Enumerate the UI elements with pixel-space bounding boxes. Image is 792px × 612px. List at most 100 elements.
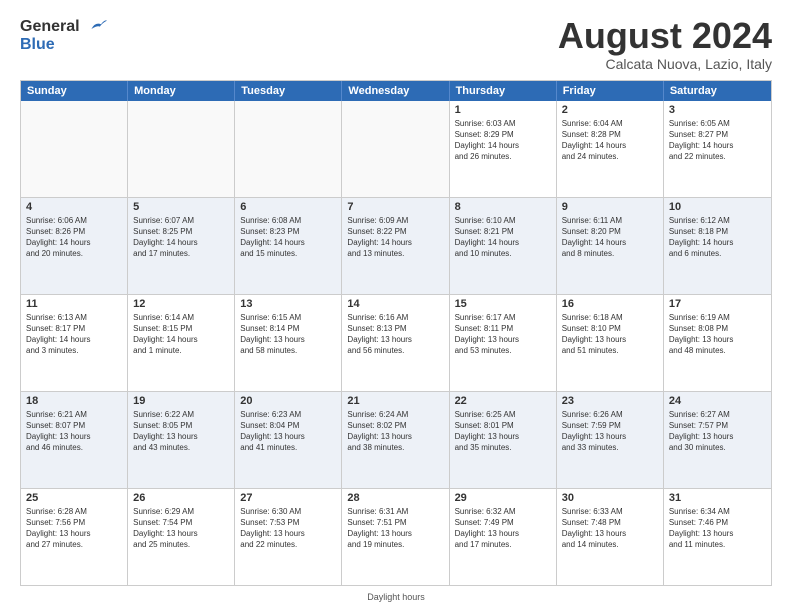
cal-cell-4-2: 27 Sunrise: 6:30 AM Sunset: 7:53 PM Dayli…: [235, 489, 342, 585]
cal-cell-0-1: [128, 101, 235, 197]
cal-cell-1-3: 7Sunrise: 6:09 AM Sunset: 8:22 PM Daylig…: [342, 198, 449, 294]
cal-cell-4-3: 28 Sunrise: 6:31 AM Sunset: 7:51 PM Dayli…: [342, 489, 449, 585]
header: General Blue August 2024 Calcata Nuova, …: [20, 16, 772, 72]
cal-cell-4-0: 25 Sunrise: 6:28 AM Sunset: 7:56 PM Dayli…: [21, 489, 128, 585]
day-info: Sunrise: 6:19 AM Sunset: 8:08 PM Dayligh…: [669, 312, 766, 357]
day-info: Sunrise: 6:32 AM Sunset: 7:49 PM Dayligh…: [455, 506, 551, 551]
day-number: 5: [133, 201, 229, 213]
cal-cell-1-0: 4 Sunrise: 6:06 AM Sunset: 8:26 PM Daylig…: [21, 198, 128, 294]
day-number: 14: [347, 298, 443, 310]
cal-cell-3-1: 19 Sunrise: 6:22 AM Sunset: 8:05 PM Dayli…: [128, 392, 235, 488]
day-info: Sunrise: 6:06 AM Sunset: 8:26 PM Dayligh…: [26, 215, 122, 260]
header-day-thursday: Thursday: [450, 81, 557, 101]
cal-cell-3-3: 21 Sunrise: 6:24 AM Sunset: 8:02 PM Dayli…: [342, 392, 449, 488]
calendar-row-1: 4 Sunrise: 6:06 AM Sunset: 8:26 PM Daylig…: [21, 197, 771, 294]
day-number: 8: [455, 201, 551, 213]
cal-cell-1-2: 6Sunrise: 6:08 AM Sunset: 8:23 PM Daylig…: [235, 198, 342, 294]
day-info: Sunrise: 6:21 AM Sunset: 8:07 PM Dayligh…: [26, 409, 122, 454]
day-info: Sunrise: 6:34 AM Sunset: 7:46 PM Dayligh…: [669, 506, 766, 551]
day-number: 3: [669, 104, 766, 116]
day-number: 17: [669, 298, 766, 310]
cal-cell-3-2: 20 Sunrise: 6:23 AM Sunset: 8:04 PM Dayli…: [235, 392, 342, 488]
main-title: August 2024: [558, 16, 772, 56]
day-info: Sunrise: 6:08 AM Sunset: 8:23 PM Dayligh…: [240, 215, 336, 260]
day-number: 29: [455, 492, 551, 504]
footer: Daylight hours: [20, 592, 772, 602]
day-info: Sunrise: 6:14 AM Sunset: 8:15 PM Dayligh…: [133, 312, 229, 357]
cal-cell-4-5: 30 Sunrise: 6:33 AM Sunset: 7:48 PM Dayli…: [557, 489, 664, 585]
day-info: Sunrise: 6:30 AM Sunset: 7:53 PM Dayligh…: [240, 506, 336, 551]
logo-blue-text: Blue: [20, 36, 109, 54]
day-info: Sunrise: 6:26 AM Sunset: 7:59 PM Dayligh…: [562, 409, 658, 454]
day-info: Sunrise: 6:17 AM Sunset: 8:11 PM Dayligh…: [455, 312, 551, 357]
day-info: Sunrise: 6:18 AM Sunset: 8:10 PM Dayligh…: [562, 312, 658, 357]
day-number: 2: [562, 104, 658, 116]
cal-cell-3-5: 23Sunrise: 6:26 AM Sunset: 7:59 PM Dayli…: [557, 392, 664, 488]
day-info: Sunrise: 6:31 AM Sunset: 7:51 PM Dayligh…: [347, 506, 443, 551]
cal-cell-0-3: [342, 101, 449, 197]
cal-cell-2-4: 15 Sunrise: 6:17 AM Sunset: 8:11 PM Dayli…: [450, 295, 557, 391]
cal-cell-4-4: 29 Sunrise: 6:32 AM Sunset: 7:49 PM Dayli…: [450, 489, 557, 585]
cal-cell-2-2: 13Sunrise: 6:15 AM Sunset: 8:14 PM Dayli…: [235, 295, 342, 391]
header-day-friday: Friday: [557, 81, 664, 101]
day-info: Sunrise: 6:15 AM Sunset: 8:14 PM Dayligh…: [240, 312, 336, 357]
cal-cell-2-6: 17 Sunrise: 6:19 AM Sunset: 8:08 PM Dayli…: [664, 295, 771, 391]
logo: General Blue: [20, 16, 109, 53]
cal-cell-3-6: 24Sunrise: 6:27 AM Sunset: 7:57 PM Dayli…: [664, 392, 771, 488]
day-number: 4: [26, 201, 122, 213]
page: General Blue August 2024 Calcata Nuova, …: [0, 0, 792, 612]
day-info: Sunrise: 6:13 AM Sunset: 8:17 PM Dayligh…: [26, 312, 122, 357]
day-number: 20: [240, 395, 336, 407]
calendar-body: 1Sunrise: 6:03 AM Sunset: 8:29 PM Daylig…: [21, 101, 771, 585]
header-day-saturday: Saturday: [664, 81, 771, 101]
calendar: SundayMondayTuesdayWednesdayThursdayFrid…: [20, 80, 772, 586]
cal-cell-2-3: 14 Sunrise: 6:16 AM Sunset: 8:13 PM Dayli…: [342, 295, 449, 391]
day-info: Sunrise: 6:22 AM Sunset: 8:05 PM Dayligh…: [133, 409, 229, 454]
day-info: Sunrise: 6:29 AM Sunset: 7:54 PM Dayligh…: [133, 506, 229, 551]
cal-cell-4-6: 31 Sunrise: 6:34 AM Sunset: 7:46 PM Dayli…: [664, 489, 771, 585]
day-info: Sunrise: 6:16 AM Sunset: 8:13 PM Dayligh…: [347, 312, 443, 357]
cal-cell-1-6: 10Sunrise: 6:12 AM Sunset: 8:18 PM Dayli…: [664, 198, 771, 294]
cal-cell-0-0: [21, 101, 128, 197]
cal-cell-2-5: 16 Sunrise: 6:18 AM Sunset: 8:10 PM Dayli…: [557, 295, 664, 391]
logo-general: General: [20, 16, 109, 36]
day-info: Sunrise: 6:33 AM Sunset: 7:48 PM Dayligh…: [562, 506, 658, 551]
day-info: Sunrise: 6:11 AM Sunset: 8:20 PM Dayligh…: [562, 215, 658, 260]
logo-general-text: General: [20, 18, 80, 35]
logo-bird-icon: [87, 17, 109, 35]
day-info: Sunrise: 6:24 AM Sunset: 8:02 PM Dayligh…: [347, 409, 443, 454]
day-number: 27: [240, 492, 336, 504]
day-number: 15: [455, 298, 551, 310]
day-number: 31: [669, 492, 766, 504]
day-number: 25: [26, 492, 122, 504]
day-info: Sunrise: 6:05 AM Sunset: 8:27 PM Dayligh…: [669, 118, 766, 163]
day-number: 11: [26, 298, 122, 310]
day-number: 19: [133, 395, 229, 407]
day-info: Sunrise: 6:03 AM Sunset: 8:29 PM Dayligh…: [455, 118, 551, 163]
cal-cell-3-4: 22Sunrise: 6:25 AM Sunset: 8:01 PM Dayli…: [450, 392, 557, 488]
cal-cell-4-1: 26 Sunrise: 6:29 AM Sunset: 7:54 PM Dayli…: [128, 489, 235, 585]
day-number: 16: [562, 298, 658, 310]
cal-cell-0-4: 1Sunrise: 6:03 AM Sunset: 8:29 PM Daylig…: [450, 101, 557, 197]
cal-cell-0-5: 2 Sunrise: 6:04 AM Sunset: 8:28 PM Daylig…: [557, 101, 664, 197]
day-number: 28: [347, 492, 443, 504]
day-number: 12: [133, 298, 229, 310]
day-info: Sunrise: 6:09 AM Sunset: 8:22 PM Dayligh…: [347, 215, 443, 260]
day-number: 26: [133, 492, 229, 504]
cal-cell-1-5: 9Sunrise: 6:11 AM Sunset: 8:20 PM Daylig…: [557, 198, 664, 294]
day-info: Sunrise: 6:12 AM Sunset: 8:18 PM Dayligh…: [669, 215, 766, 260]
cal-cell-1-1: 5 Sunrise: 6:07 AM Sunset: 8:25 PM Daylig…: [128, 198, 235, 294]
day-number: 24: [669, 395, 766, 407]
day-info: Sunrise: 6:07 AM Sunset: 8:25 PM Dayligh…: [133, 215, 229, 260]
calendar-header: SundayMondayTuesdayWednesdayThursdayFrid…: [21, 81, 771, 101]
calendar-row-4: 25 Sunrise: 6:28 AM Sunset: 7:56 PM Dayli…: [21, 488, 771, 585]
day-info: Sunrise: 6:28 AM Sunset: 7:56 PM Dayligh…: [26, 506, 122, 551]
day-info: Sunrise: 6:04 AM Sunset: 8:28 PM Dayligh…: [562, 118, 658, 163]
day-info: Sunrise: 6:23 AM Sunset: 8:04 PM Dayligh…: [240, 409, 336, 454]
header-day-sunday: Sunday: [21, 81, 128, 101]
header-day-monday: Monday: [128, 81, 235, 101]
day-number: 30: [562, 492, 658, 504]
day-info: Sunrise: 6:10 AM Sunset: 8:21 PM Dayligh…: [455, 215, 551, 260]
cal-cell-2-1: 12 Sunrise: 6:14 AM Sunset: 8:15 PM Dayli…: [128, 295, 235, 391]
day-number: 21: [347, 395, 443, 407]
